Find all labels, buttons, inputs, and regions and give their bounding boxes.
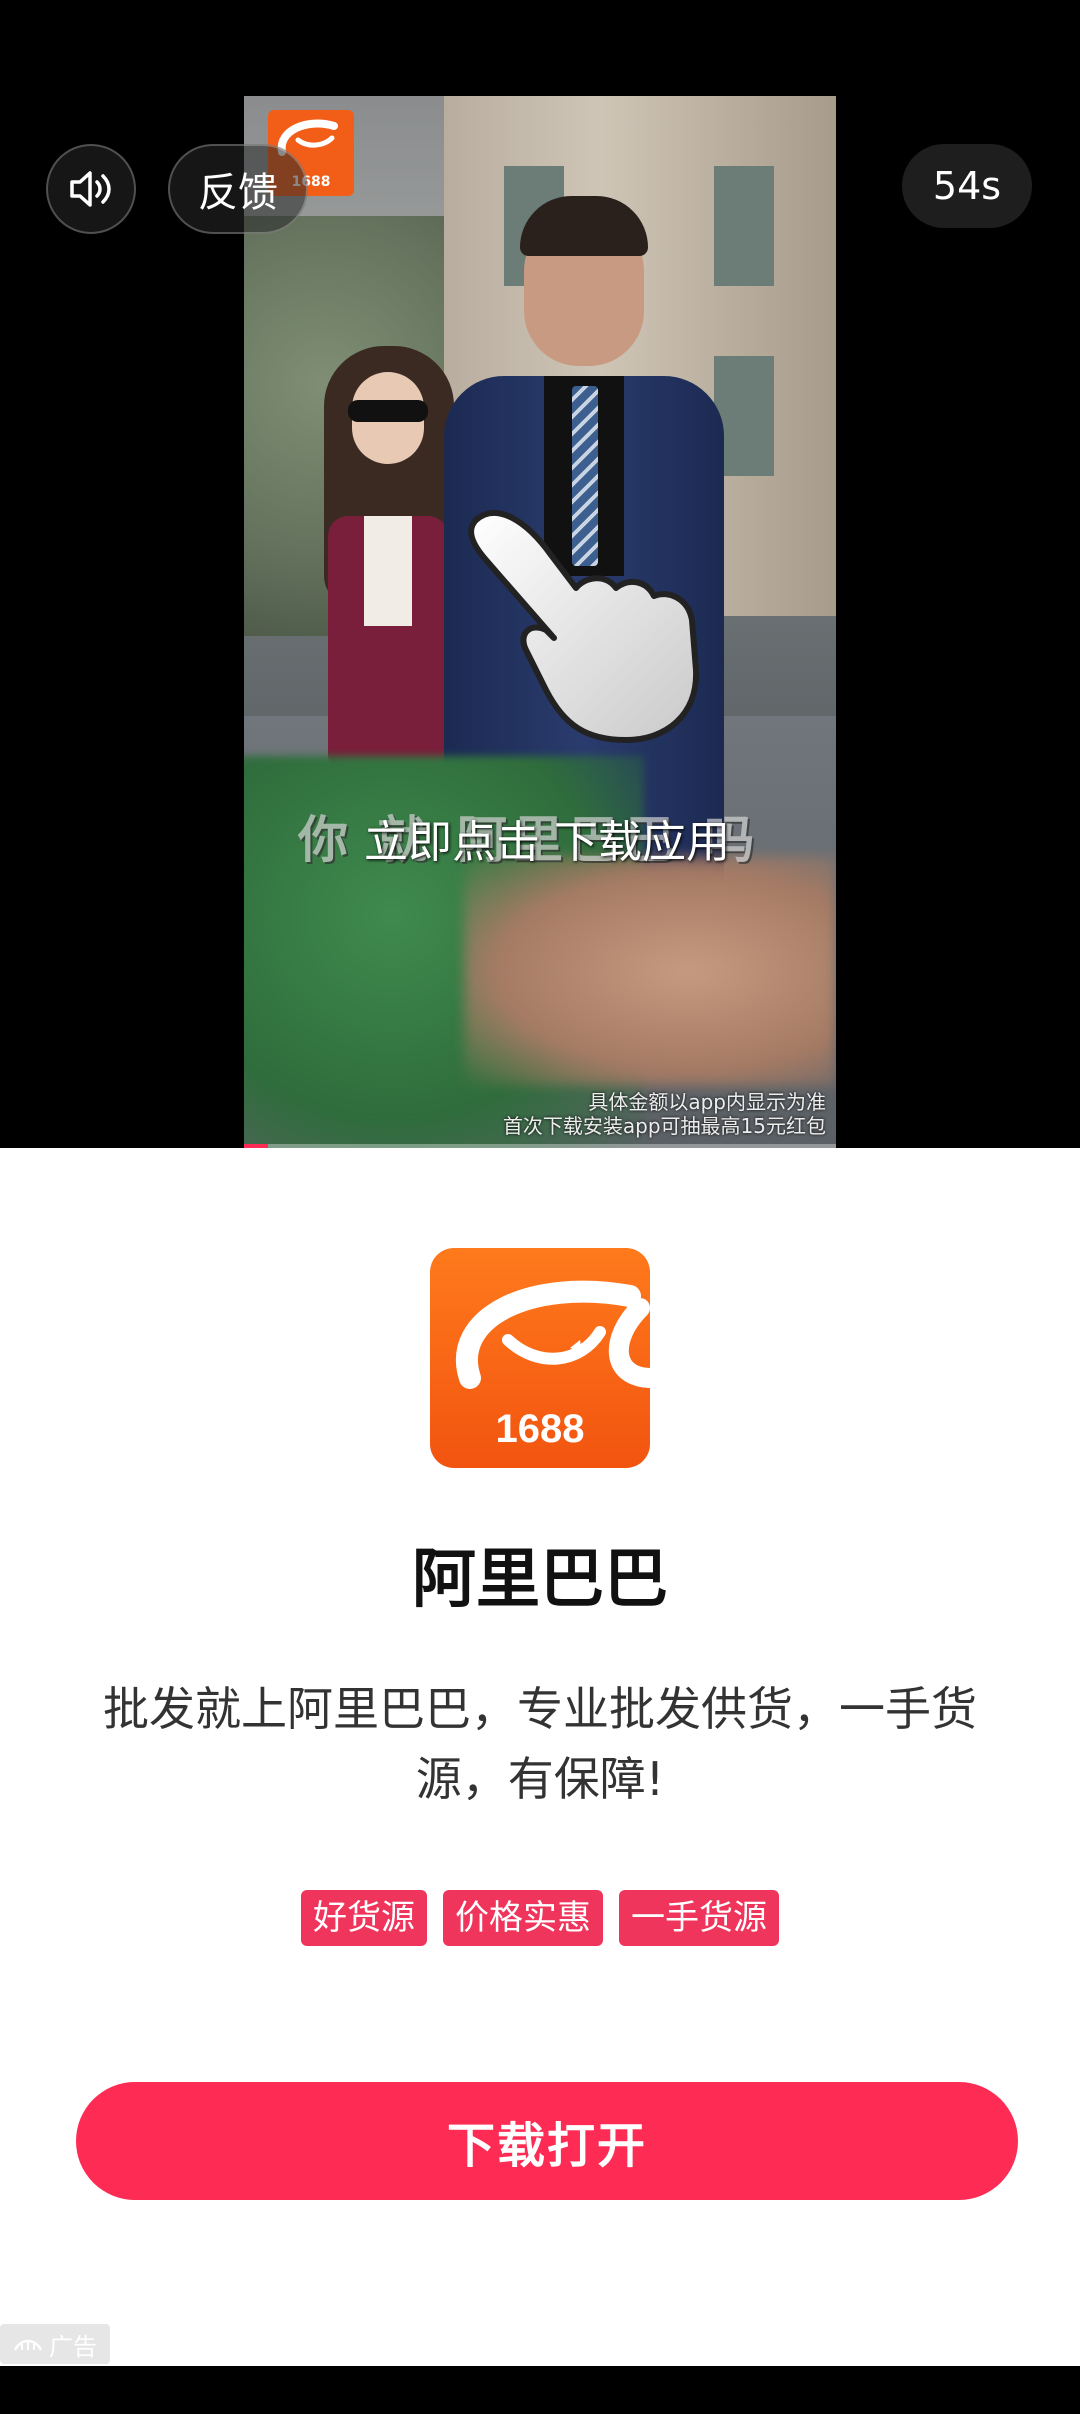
feedback-button[interactable]: 反馈 <box>168 144 308 234</box>
app-icon[interactable]: 1688 <box>430 1248 650 1468</box>
app-info-card: 1688 阿里巴巴 批发就上阿里巴巴，专业批发供货，一手货源，有保障! 好货源 … <box>0 1148 1080 2366</box>
sound-toggle-button[interactable] <box>46 144 136 234</box>
ad-label: 广告 <box>49 2332 97 2361</box>
ad-badge: 广告 <box>0 2324 110 2364</box>
video-player[interactable]: 1688 具体金额以app内显示为准 首次下载安装app可抽最高15元红包 你 … <box>0 0 1080 1148</box>
feature-tag: 好货源 <box>301 1890 427 1946</box>
tap-hand-icon <box>468 509 700 743</box>
alibaba-logo-icon <box>456 1280 650 1389</box>
download-open-button[interactable]: 下载打开 <box>76 2082 1018 2200</box>
disclaimer-line: 具体金额以app内显示为准 <box>588 1090 826 1114</box>
ad-screen: 1688 具体金额以app内显示为准 首次下载安装app可抽最高15元红包 你 … <box>0 0 1080 2414</box>
bridge-icon <box>13 2339 43 2351</box>
feature-tag: 一手货源 <box>619 1890 779 1946</box>
disclaimer-line: 首次下载安装app可抽最高15元红包 <box>502 1114 826 1138</box>
countdown-timer: 54s <box>902 144 1032 228</box>
app-icon-text: 1688 <box>495 1407 585 1451</box>
speaker-icon <box>70 171 111 207</box>
foreground-arm <box>464 856 836 1086</box>
feature-tag: 价格实惠 <box>443 1890 603 1946</box>
app-name: 阿里巴巴 <box>412 1543 668 1617</box>
bottom-bar <box>0 2366 1080 2414</box>
video-disclaimer: 具体金额以app内显示为准 首次下载安装app可抽最高15元红包 <box>503 1090 826 1138</box>
feature-tags: 好货源 价格实惠 一手货源 <box>0 1890 1080 1946</box>
app-description: 批发就上阿里巴巴，专业批发供货，一手货源，有保障! <box>103 1682 977 1806</box>
video-cta-text: 立即点击 下载应用 <box>364 817 730 868</box>
